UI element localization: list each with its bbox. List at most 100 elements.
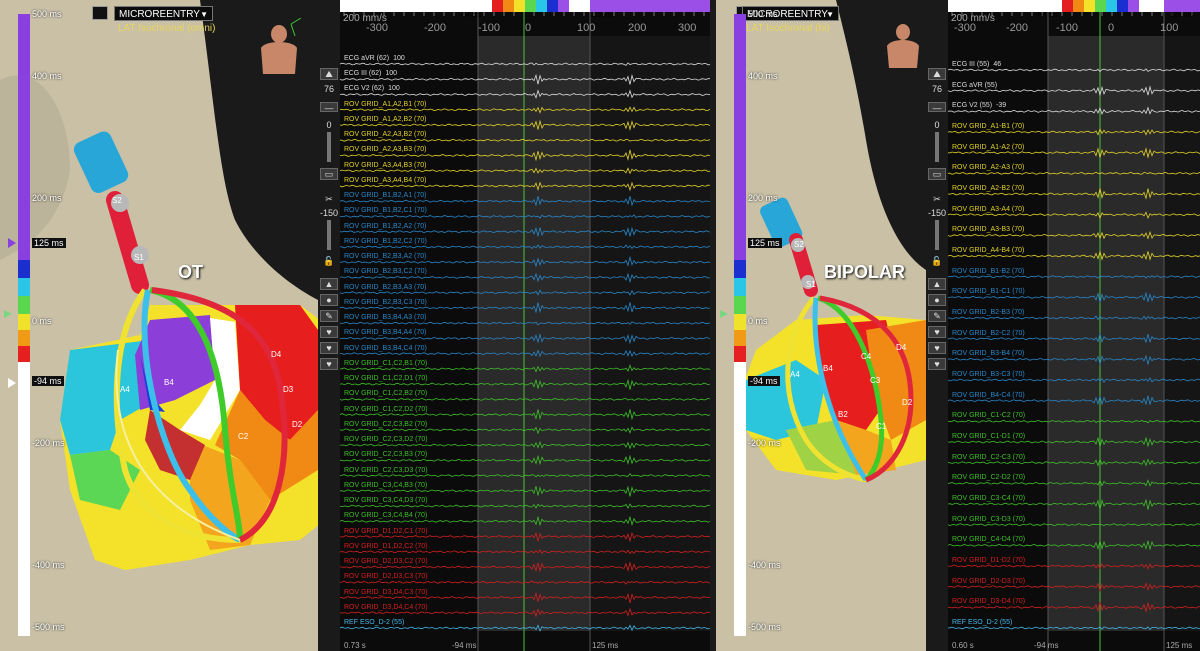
channel-label[interactable]: ROV GRID_C2-D2 (70) bbox=[952, 474, 1025, 481]
channel-label[interactable]: ROV GRID_B3,B4,A3 (70) bbox=[344, 314, 426, 321]
heart-icon[interactable]: ♥ bbox=[320, 326, 338, 338]
channel-label[interactable]: ECG III (55) 46 bbox=[952, 61, 1001, 68]
channel-label[interactable]: ROV GRID_A3,A4,B4 (70) bbox=[344, 177, 426, 184]
channel-label[interactable]: ROV GRID_D2-D3 (70) bbox=[952, 578, 1025, 585]
brush-icon[interactable]: ✎ bbox=[928, 310, 946, 322]
heart-icon[interactable]: ♥ bbox=[320, 358, 338, 370]
channel-label[interactable]: ROV GRID_C1,C2,D1 (70) bbox=[344, 375, 428, 382]
channel-label[interactable]: ROV GRID_D3,D4,C4 (70) bbox=[344, 604, 428, 611]
channel-label[interactable]: ECG III (62) 100 bbox=[344, 70, 397, 77]
scale-upper-marker[interactable]: 125 ms bbox=[748, 238, 782, 248]
target-icon[interactable]: ● bbox=[320, 294, 338, 306]
channel-label[interactable]: ROV GRID_D3,D4,C3 (70) bbox=[344, 589, 428, 596]
target-icon[interactable]: ● bbox=[928, 294, 946, 306]
window-start-marker[interactable]: -94 ms bbox=[1036, 12, 1057, 19]
heart-icon[interactable]: ♥ bbox=[928, 358, 946, 370]
channel-label[interactable]: REF ESO_D-2 (55) bbox=[344, 619, 404, 626]
channel-label[interactable]: ROV GRID_B1,B2,A1 (70) bbox=[344, 192, 426, 199]
channel-label[interactable]: ROV GRID_A3,A4,B3 (70) bbox=[344, 162, 426, 169]
channel-label[interactable]: ROV GRID_B1-C1 (70) bbox=[952, 288, 1025, 295]
slider-2[interactable] bbox=[928, 220, 946, 252]
channel-label[interactable]: ROV GRID_D2,D3,C2 (70) bbox=[344, 558, 428, 565]
anatomy-map-left[interactable]: MICROREENTRY ▼ LAT Isochronal (omni) OT S… bbox=[0, 0, 318, 651]
arrow-up-icon[interactable]: ▲ bbox=[320, 278, 338, 290]
channel-label[interactable]: ROV GRID_C2,C3,B3 (70) bbox=[344, 451, 427, 458]
channel-label[interactable]: ROV GRID_B1-B2 (70) bbox=[952, 268, 1024, 275]
activation-scale[interactable]: 500 ms 400 ms 200 ms 125 ms 0 ms -94 ms … bbox=[716, 0, 782, 651]
channel-label[interactable]: ROV GRID_B3-C3 (70) bbox=[952, 371, 1025, 378]
channel-label[interactable]: ROV GRID_C2,C3,D3 (70) bbox=[344, 467, 428, 474]
channel-label[interactable]: ROV GRID_C2,C3,D2 (70) bbox=[344, 436, 428, 443]
mountain-icon[interactable]: ⛰ bbox=[928, 68, 946, 80]
channel-label[interactable]: REF ESO_D-2 (55) bbox=[952, 619, 1012, 626]
channel-label[interactable]: ROV GRID_A3-B3 (70) bbox=[952, 226, 1024, 233]
trash-icon[interactable]: ▭ bbox=[928, 168, 946, 180]
scissors-icon[interactable]: ✂ bbox=[320, 194, 338, 205]
egm-window-right[interactable]: 200 mm/s -300 -200 -100 0 100 -94 ms 125… bbox=[948, 0, 1200, 651]
channel-label[interactable]: ROV GRID_B4-C4 (70) bbox=[952, 392, 1025, 399]
channel-label[interactable]: ROV GRID_B1,B2,C2 (70) bbox=[344, 238, 427, 245]
window-end-marker[interactable]: 125 ms bbox=[590, 12, 613, 19]
channel-label[interactable]: ECG aVR (55) bbox=[952, 82, 997, 89]
channel-label[interactable]: ROV GRID_C1-C2 (70) bbox=[952, 412, 1025, 419]
channel-label[interactable]: ROV GRID_C1,C2,B2 (70) bbox=[344, 390, 427, 397]
channel-label[interactable]: ROV GRID_B1,B2,A2 (70) bbox=[344, 223, 426, 230]
scissors-icon[interactable]: ✂ bbox=[928, 194, 946, 205]
channel-label[interactable]: ROV GRID_B3,B4,C4 (70) bbox=[344, 345, 427, 352]
channel-label[interactable]: ROV GRID_B2,B3,A2 (70) bbox=[344, 253, 426, 260]
channel-label[interactable]: ROV GRID_A2-B2 (70) bbox=[952, 185, 1024, 192]
egm-window-left[interactable]: 200 mm/s -300 -200 -100 0 100 200 300 -9… bbox=[340, 0, 710, 651]
channel-label[interactable]: ROV GRID_B2,B3,C2 (70) bbox=[344, 268, 427, 275]
channel-label[interactable]: ROV GRID_B3-B4 (70) bbox=[952, 350, 1024, 357]
channel-label[interactable]: ROV GRID_A1,A2,B2 (70) bbox=[344, 116, 426, 123]
channel-label[interactable]: ROV GRID_A1,A2,B1 (70) bbox=[344, 101, 426, 108]
window-end-marker[interactable]: 125 ms bbox=[1170, 12, 1193, 19]
channel-label[interactable]: ROV GRID_A1-B1 (70) bbox=[952, 123, 1024, 130]
anatomy-map-right[interactable]: MICROREENTRY ▼ LAT Isochronal (bi) BIPOLA… bbox=[716, 0, 926, 651]
channel-label[interactable]: ECG aVR (62) 100 bbox=[344, 55, 405, 62]
map-mode-dropdown[interactable]: MICROREENTRY ▼ bbox=[114, 6, 213, 21]
activation-scale[interactable]: 500 ms 400 ms 200 ms 125 ms 0 ms -94 ms … bbox=[0, 0, 66, 651]
channel-label[interactable]: ROV GRID_C2-C3 (70) bbox=[952, 454, 1025, 461]
slider-1[interactable] bbox=[928, 132, 946, 164]
dash-icon[interactable]: — bbox=[320, 102, 338, 113]
channel-label[interactable]: ROV GRID_D1-D2 (70) bbox=[952, 557, 1025, 564]
dash-icon[interactable]: — bbox=[928, 102, 946, 113]
trash-icon[interactable]: ▭ bbox=[320, 168, 338, 180]
brush-icon[interactable]: ✎ bbox=[320, 310, 338, 322]
channel-label[interactable]: ROV GRID_C2,C3,B2 (70) bbox=[344, 421, 427, 428]
channel-label[interactable]: ROV GRID_C1,C2,D2 (70) bbox=[344, 406, 428, 413]
channel-label[interactable]: ROV GRID_A2,A3,B2 (70) bbox=[344, 131, 426, 138]
channel-label[interactable]: ROV GRID_B2,B3,C3 (70) bbox=[344, 299, 427, 306]
channel-label[interactable]: ROV GRID_C4-D4 (70) bbox=[952, 536, 1025, 543]
channel-label[interactable]: ROV GRID_A1-A2 (70) bbox=[952, 144, 1024, 151]
view-select-icon[interactable] bbox=[92, 6, 108, 20]
heart-icon[interactable]: ♥ bbox=[928, 342, 946, 354]
channel-label[interactable]: ROV GRID_C1-D1 (70) bbox=[952, 433, 1025, 440]
scale-lower-marker[interactable]: -94 ms bbox=[32, 376, 64, 386]
channel-label[interactable]: ROV GRID_B1,B2,C1 (70) bbox=[344, 207, 427, 214]
scale-upper-marker[interactable]: 125 ms bbox=[32, 238, 66, 248]
heart-icon[interactable]: ♥ bbox=[320, 342, 338, 354]
heart-icon[interactable]: ♥ bbox=[928, 326, 946, 338]
channel-label[interactable]: ROV GRID_C1,C2,B1 (70) bbox=[344, 360, 427, 367]
channel-label[interactable]: ROV GRID_A3-A4 (70) bbox=[952, 206, 1024, 213]
channel-label[interactable]: ECG V2 (62) 100 bbox=[344, 85, 400, 92]
channel-label[interactable]: ROV GRID_B3,B4,A4 (70) bbox=[344, 329, 426, 336]
mountain-icon[interactable]: ⛰ bbox=[320, 68, 338, 80]
channel-label[interactable]: ECG V2 (55) -39 bbox=[952, 102, 1006, 109]
channel-label[interactable]: ROV GRID_B2-C2 (70) bbox=[952, 330, 1025, 337]
scale-lower-marker[interactable]: -94 ms bbox=[748, 376, 780, 386]
channel-label[interactable]: ROV GRID_B2,B3,A3 (70) bbox=[344, 284, 426, 291]
channel-label[interactable]: ROV GRID_C3,C4,D3 (70) bbox=[344, 497, 428, 504]
channel-label[interactable]: ROV GRID_C3,C4,B3 (70) bbox=[344, 482, 427, 489]
channel-label[interactable]: ROV GRID_A2,A3,B3 (70) bbox=[344, 146, 426, 153]
arrow-up-icon[interactable]: ▲ bbox=[928, 278, 946, 290]
channel-label[interactable]: ROV GRID_A4-B4 (70) bbox=[952, 247, 1024, 254]
channel-label[interactable]: ROV GRID_C3-C4 (70) bbox=[952, 495, 1025, 502]
lock-icon[interactable]: 🔓 bbox=[928, 256, 946, 267]
channel-label[interactable]: ROV GRID_C3-D3 (70) bbox=[952, 516, 1025, 523]
channel-label[interactable]: ROV GRID_A2-A3 (70) bbox=[952, 164, 1024, 171]
slider-1[interactable] bbox=[320, 132, 338, 164]
channel-label[interactable]: ROV GRID_B2-B3 (70) bbox=[952, 309, 1024, 316]
